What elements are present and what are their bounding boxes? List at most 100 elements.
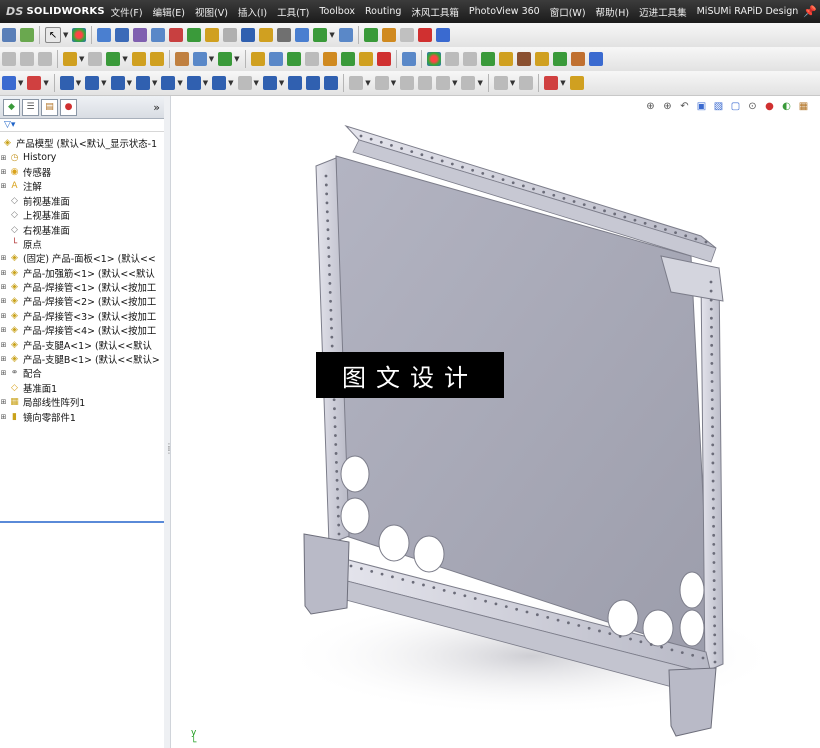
expand-icon[interactable]: ⊞ [0,154,7,162]
repair-icon[interactable] [519,76,534,90]
toolbox-icon[interactable] [322,52,337,66]
warning-icon[interactable] [259,28,274,42]
paste-icon[interactable] [38,52,52,66]
smart-dimension-icon[interactable] [27,76,42,90]
splitter-grip-icon[interactable]: ⋮ ⋮ [165,443,173,463]
tree-root[interactable]: ◈ 产品模型 (默认<默认_显示状态-1 [0,136,164,150]
menu-photoview[interactable]: PhotoView 360 [464,6,545,17]
scheduled-icon[interactable] [570,52,585,66]
copy-icon[interactable] [20,52,34,66]
tool-d-icon[interactable] [417,28,432,42]
expand-icon[interactable]: ⊞ [0,326,7,334]
plane-tool-icon[interactable] [306,76,321,90]
tree-item[interactable]: ⊞ ◈ 产品-焊接管<3> (默认<按加工 [0,309,164,323]
preview-icon[interactable] [516,52,531,66]
chevron-right-icon[interactable]: » [153,101,160,114]
tree-item[interactable]: ⊞ ◈ 产品-焊接管<1> (默认<按加工 [0,280,164,294]
rapid-sketch-icon[interactable] [569,76,584,90]
fillet-icon[interactable] [237,76,252,90]
chevron-down-icon[interactable]: ▼ [209,55,214,63]
move-component-icon[interactable] [149,52,164,66]
chevron-down-icon[interactable]: ▼ [391,79,396,87]
tool-e-icon[interactable] [435,28,450,42]
chevron-down-icon[interactable]: ▼ [203,79,208,87]
chevron-down-icon[interactable]: ▼ [43,79,48,87]
tool-a-icon[interactable] [363,28,378,42]
tree-item[interactable]: ◇ 上视基准面 [0,208,164,222]
tree-item[interactable]: ⊞ ◈ (固定) 产品-面板<1> (默认<< [0,251,164,265]
chevron-down-icon[interactable]: ▼ [79,55,84,63]
expand-icon[interactable]: ⊞ [0,312,7,320]
tree-item[interactable]: ⊞ ◈ 产品-支腿B<1> (默认<<默认> [0,352,164,366]
chevron-down-icon[interactable]: ▼ [510,79,515,87]
menu-misumi[interactable]: MiSUMi RAPiD Design [692,6,804,17]
chevron-down-icon[interactable]: ▼ [101,79,106,87]
move-entities-icon[interactable] [461,76,476,90]
tree-item[interactable]: ◇ 基准面1 [0,381,164,395]
pattern-tool-icon[interactable] [131,52,146,66]
align-icon[interactable] [277,28,292,42]
tree-filter[interactable]: ▽▾ [0,119,164,132]
expand-icon[interactable]: ⊞ [0,297,7,305]
tree-end-marker[interactable] [0,521,164,523]
display-manager-tab[interactable]: ● [60,98,77,116]
tree-item[interactable]: ⊞ ◈ 产品-焊接管<2> (默认<按加工 [0,294,164,308]
smart-fastener-icon[interactable] [250,52,265,66]
appearance-icon[interactable] [72,28,87,42]
section-properties-icon[interactable] [151,28,166,42]
decal-icon[interactable] [444,52,459,66]
explode-icon[interactable] [218,52,233,66]
tree-item[interactable]: ⊞ ◈ 产品-加强筋<1> (默认<<默认 [0,266,164,280]
chevron-down-icon[interactable]: ▼ [365,79,370,87]
assembly-feature-icon[interactable] [286,52,301,66]
tree-item[interactable]: ⊞ ◈ 产品-支腿A<1> (默认<<默认 [0,337,164,352]
recall-icon[interactable] [588,52,603,66]
pointer-icon[interactable]: ↖ [45,27,61,43]
quick-snaps-icon[interactable] [544,76,559,90]
compare-icon[interactable] [223,28,238,42]
convert-icon[interactable] [374,76,389,90]
menu-routing[interactable]: Routing [360,6,406,17]
relations-icon[interactable] [493,76,508,90]
tree-item[interactable]: ⊞ ▦ 局部线性阵列1 [0,395,164,409]
property-manager-tab[interactable]: ☰ [22,98,39,116]
solidworks-logo[interactable]: DS SOLIDWORKS [0,0,106,23]
tree-item[interactable]: ⊞ ◈ 产品-焊接管<4> (默认<按加工 [0,323,164,337]
tree-item[interactable]: ◇ 前视基准面 [0,194,164,208]
chevron-down-icon[interactable]: ▼ [234,55,239,63]
menu-mufeng-tools[interactable]: 沐风工具箱 [406,5,464,19]
menu-help[interactable]: 帮助(H) [591,5,635,19]
interference-icon[interactable] [187,28,202,42]
menu-file[interactable]: 文件(F) [106,5,148,19]
tree-item[interactable]: ⊞ ▮ 镜向零部件1 [0,409,164,424]
scene-icon[interactable] [462,52,477,66]
menu-tools[interactable]: 工具(T) [272,5,314,19]
final-render-icon[interactable] [534,52,549,66]
menu-toolbox[interactable]: Toolbox [314,6,360,17]
filter-icon[interactable]: ▽▾ [4,120,15,130]
line-icon[interactable] [59,76,74,90]
chevron-down-icon[interactable]: ▼ [477,79,482,87]
text-icon[interactable] [324,76,339,90]
save-icon[interactable] [192,52,207,66]
feature-manager-tab[interactable]: ◆ [3,98,20,116]
arc-icon[interactable] [161,76,176,90]
chevron-down-icon[interactable]: ▼ [122,55,127,63]
menu-window[interactable]: 窗口(W) [545,5,591,19]
pane-splitter[interactable] [164,96,171,748]
pin-icon[interactable]: 📌 [803,5,817,19]
tree-item[interactable]: ⊞ ◷ History [0,150,164,164]
chevron-down-icon[interactable]: ▼ [127,79,132,87]
expand-icon[interactable]: ⊞ [0,355,7,363]
expand-icon[interactable]: ⊞ [0,398,7,406]
tree-item[interactable]: └ 原点 [0,237,164,251]
chevron-down-icon[interactable]: ▼ [254,79,259,87]
check-icon[interactable] [169,28,184,42]
menu-insert[interactable]: 插入(I) [233,5,272,19]
chevron-down-icon[interactable]: ▼ [279,79,284,87]
chevron-down-icon[interactable]: ▼ [177,79,182,87]
large-assembly-icon[interactable] [358,52,373,66]
rebuild-icon[interactable] [20,28,34,42]
tool-c-icon[interactable] [399,28,414,42]
mate-icon[interactable] [106,52,121,66]
